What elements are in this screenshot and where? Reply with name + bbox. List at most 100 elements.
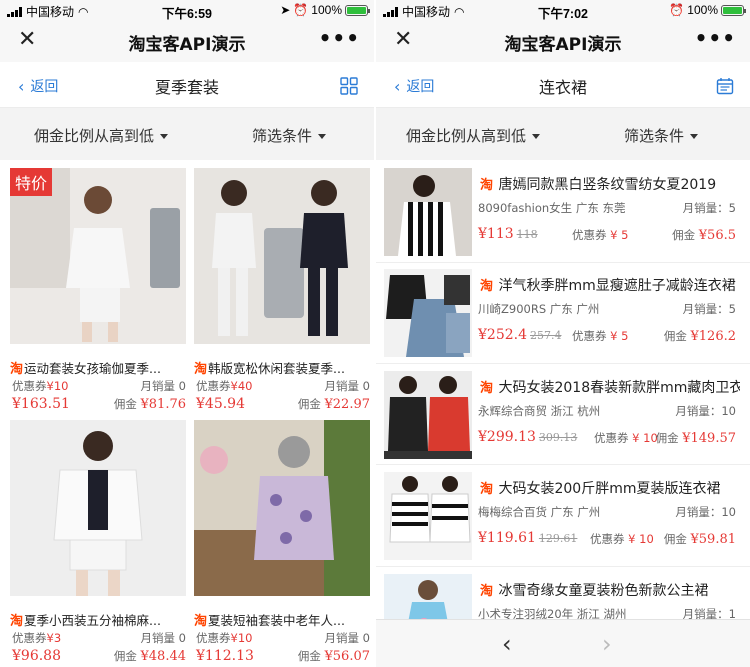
filter-label: 筛选条件 bbox=[624, 127, 685, 145]
sort-label: 佣金比例从高到低 bbox=[34, 127, 155, 145]
coupon-info: 优惠券 ¥ 10 bbox=[590, 532, 654, 546]
product-thumbnail bbox=[384, 168, 472, 256]
product-thumbnail bbox=[384, 269, 472, 357]
grid-icon[interactable] bbox=[340, 77, 358, 95]
product-price: ¥119.61 129.61 bbox=[478, 530, 578, 546]
filter-bar: 佣金比例从高到低 筛选条件 bbox=[376, 108, 750, 160]
sales-count: 月销量 0 bbox=[140, 631, 186, 645]
commission: 佣金 ¥81.76 bbox=[113, 397, 186, 412]
nav-bar: ✕ 淘宝客API演示 ••• bbox=[0, 20, 374, 62]
product-image bbox=[194, 168, 370, 344]
coupon-info: 优惠券¥10 bbox=[12, 379, 69, 393]
product-title: 淘 冰雪奇缘女童夏装粉色新款公主裙 bbox=[480, 580, 740, 600]
more-icon[interactable]: ••• bbox=[695, 26, 736, 50]
caret-down-icon bbox=[690, 134, 699, 139]
sales-count: 月销量 0 bbox=[140, 379, 186, 393]
product-title: 淘运动套装女孩瑜伽夏季... bbox=[10, 358, 186, 377]
sort-label: 佣金比例从高到低 bbox=[406, 127, 527, 145]
coupon-info: 优惠券 ¥ 10 bbox=[594, 431, 658, 445]
coupon-info: 优惠券¥3 bbox=[12, 631, 62, 645]
taobao-icon: 淘 bbox=[480, 178, 494, 193]
taobao-icon: 淘 bbox=[194, 614, 208, 629]
row-divider bbox=[376, 464, 750, 465]
taobao-icon: 淘 bbox=[10, 362, 24, 377]
taobao-icon: 淘 bbox=[480, 584, 494, 599]
shop-info: 梅梅综合百货 广东 广州 bbox=[478, 505, 601, 519]
sales-count: 月销量：10 bbox=[675, 505, 736, 519]
sales-count: 月销量：5 bbox=[682, 302, 736, 316]
caret-down-icon bbox=[318, 134, 327, 139]
battery-icon bbox=[721, 4, 746, 16]
product-title: 淘夏装短袖套装中老年人... bbox=[194, 610, 370, 629]
nav-bar: ✕ 淘宝客API演示 ••• bbox=[376, 20, 750, 62]
sales-count: 月销量：5 bbox=[682, 201, 736, 215]
list-item[interactable]: 淘 唐嫣同款黑白竖条纹雪纺女夏2019 8090fashion女生 广东 东莞 … bbox=[376, 168, 750, 268]
sub-header: ‹ 返回 夏季套装 bbox=[0, 62, 374, 108]
status-bar: 中国移动 ◠ 下午7:02 ⏰ 100% bbox=[376, 0, 750, 21]
filter-dropdown[interactable]: 筛选条件 bbox=[252, 125, 327, 146]
product-thumbnail bbox=[384, 371, 472, 459]
sales-count: 月销量 0 bbox=[324, 631, 370, 645]
product-price: ¥112.13 bbox=[196, 648, 254, 664]
commission: 佣金 ¥149.57 bbox=[655, 431, 736, 446]
browser-toolbar: ‹ › bbox=[376, 619, 750, 667]
left-screen: 中国移动 ◠ 下午6:59 ➤ ⏰ 100% ✕ 淘宝客API演示 ••• ‹ … bbox=[0, 0, 374, 667]
battery-icon bbox=[345, 4, 370, 16]
filter-label: 筛选条件 bbox=[252, 127, 313, 145]
taobao-icon: 淘 bbox=[480, 482, 494, 497]
filter-bar: 佣金比例从高到低 筛选条件 bbox=[0, 108, 374, 160]
product-title: 淘夏季小西装五分袖棉麻... bbox=[10, 610, 186, 629]
forward-arrow-icon[interactable]: › bbox=[602, 630, 612, 658]
coupon-info: 优惠券¥10 bbox=[196, 631, 253, 645]
taobao-icon: 淘 bbox=[10, 614, 24, 629]
taobao-icon: 淘 bbox=[480, 279, 494, 294]
commission: 佣金 ¥56.07 bbox=[297, 649, 370, 664]
shop-info: 川崎Z900RS 广东 广州 bbox=[478, 302, 600, 316]
product-title: 淘 洋气秋季胖mm显瘦遮肚子减龄连衣裙 bbox=[480, 275, 740, 295]
status-bar: 中国移动 ◠ 下午6:59 ➤ ⏰ 100% bbox=[0, 0, 374, 21]
list-item[interactable]: 淘 大码女装2018春装新款胖mm藏肉卫衣 永辉综合商贸 浙江 杭州 月销量：1… bbox=[376, 371, 750, 471]
commission: 佣金 ¥48.44 bbox=[113, 649, 186, 664]
coupon-info: 优惠券¥40 bbox=[196, 379, 253, 393]
taobao-icon: 淘 bbox=[480, 381, 494, 396]
taobao-icon: 淘 bbox=[194, 362, 208, 377]
commission: 佣金 ¥56.5 bbox=[672, 228, 736, 243]
more-icon[interactable]: ••• bbox=[319, 26, 360, 50]
product-thumbnail bbox=[384, 472, 472, 560]
sales-count: 月销量 0 bbox=[324, 379, 370, 393]
product-title: 淘韩版宽松休闲套装夏季... bbox=[194, 358, 370, 377]
sale-badge: 特价 bbox=[10, 168, 53, 196]
commission: 佣金 ¥126.2 bbox=[663, 329, 736, 344]
page-title: 连衣裙 bbox=[538, 78, 587, 97]
product-title: 淘 大码女装200斤胖mm夏装版连衣裙 bbox=[480, 478, 740, 498]
coupon-info: 优惠券 ¥ 5 bbox=[572, 228, 629, 242]
sort-dropdown[interactable]: 佣金比例从高到低 bbox=[34, 125, 169, 146]
alarm-icon: ⏰ bbox=[293, 3, 309, 17]
product-title: 淘 唐嫣同款黑白竖条纹雪纺女夏2019 bbox=[480, 174, 740, 194]
alarm-icon: ⏰ bbox=[669, 3, 685, 17]
caret-down-icon bbox=[160, 134, 169, 139]
shop-info: 永辉综合商贸 浙江 杭州 bbox=[478, 404, 601, 418]
list-item[interactable]: 淘 洋气秋季胖mm显瘦遮肚子减龄连衣裙 川崎Z900RS 广东 广州 月销量：5… bbox=[376, 269, 750, 369]
calendar-icon[interactable] bbox=[716, 77, 734, 95]
filter-dropdown[interactable]: 筛选条件 bbox=[624, 125, 699, 146]
commission: 佣金 ¥22.97 bbox=[297, 397, 370, 412]
sales-count: 月销量：10 bbox=[675, 404, 736, 418]
row-divider bbox=[376, 262, 750, 263]
page-title: 夏季套装 bbox=[154, 78, 219, 97]
product-price: ¥163.51 bbox=[12, 396, 70, 412]
sort-dropdown[interactable]: 佣金比例从高到低 bbox=[406, 125, 541, 146]
product-image: 特价 bbox=[10, 168, 186, 344]
product-price: ¥252.4 257.4 bbox=[478, 327, 562, 343]
back-arrow-icon[interactable]: ‹ bbox=[502, 630, 512, 658]
product-price: ¥45.94 bbox=[196, 396, 245, 412]
product-price: ¥96.88 bbox=[12, 648, 61, 664]
product-title: 淘 大码女装2018春装新款胖mm藏肉卫衣 bbox=[480, 377, 740, 397]
coupon-info: 优惠券 ¥ 5 bbox=[572, 329, 629, 343]
product-image bbox=[194, 420, 370, 596]
product-price: ¥299.13 309.13 bbox=[478, 429, 578, 445]
battery-percent: 100% bbox=[311, 3, 342, 17]
caret-down-icon bbox=[532, 134, 541, 139]
sub-header: ‹ 返回 连衣裙 bbox=[376, 62, 750, 108]
list-item[interactable]: 淘 大码女装200斤胖mm夏装版连衣裙 梅梅综合百货 广东 广州 月销量：10 … bbox=[376, 472, 750, 572]
